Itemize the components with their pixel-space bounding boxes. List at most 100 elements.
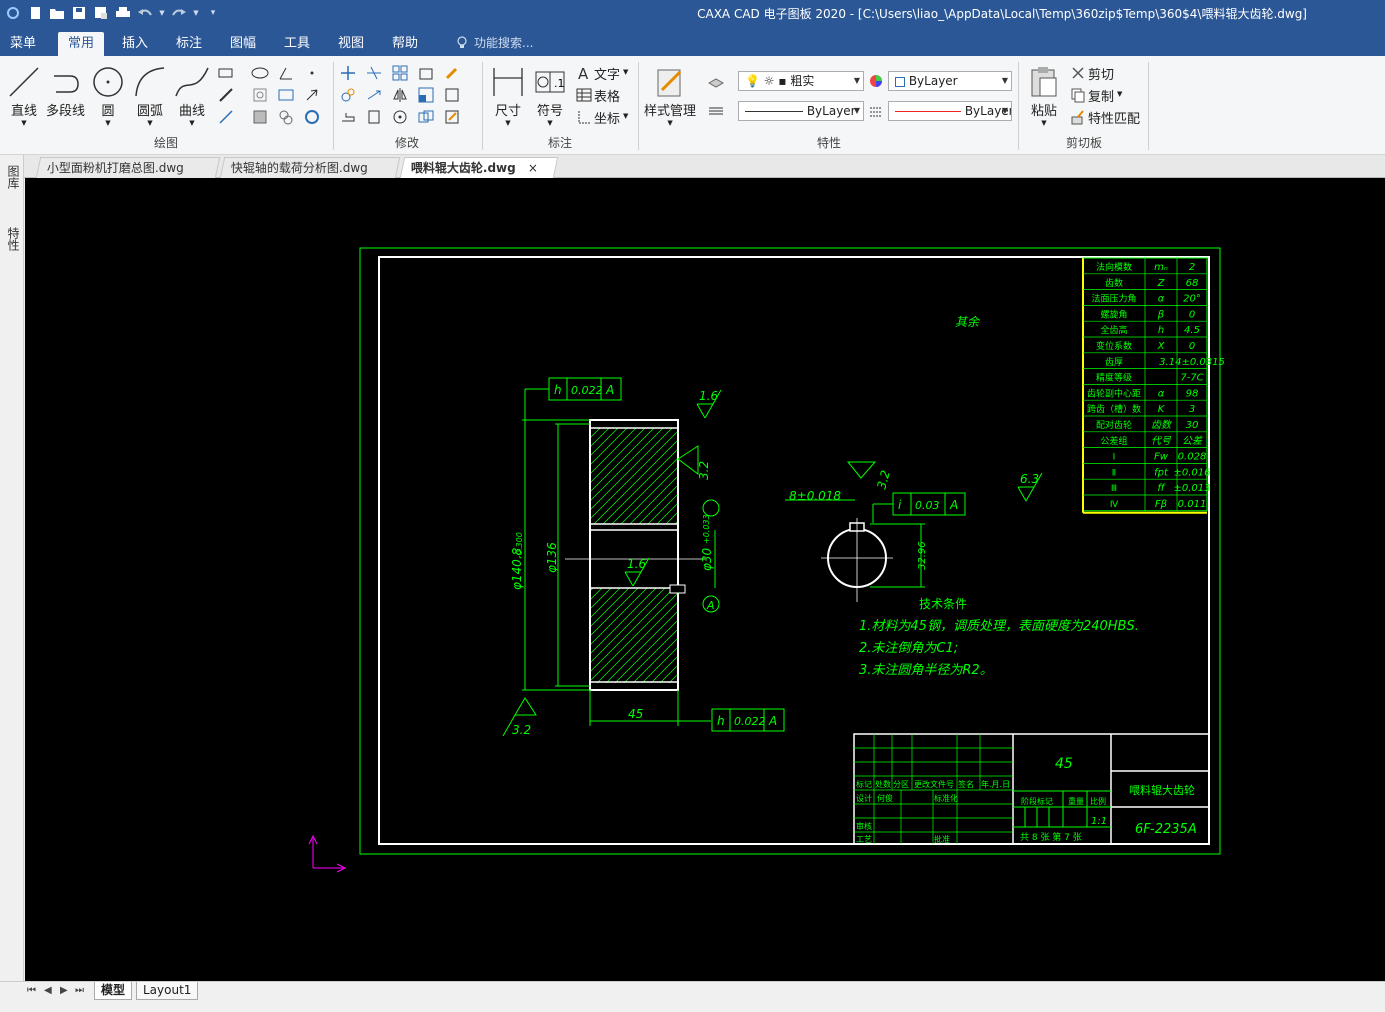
tab-help[interactable]: 帮助 xyxy=(382,32,428,56)
tab-insert[interactable]: 插入 xyxy=(112,32,158,56)
color-select[interactable]: ByLayer ▼ xyxy=(888,71,1012,91)
parallel-line-icon[interactable] xyxy=(216,86,236,104)
linetype-icon[interactable] xyxy=(706,102,726,120)
style-dropdown-icon[interactable]: ▼ xyxy=(667,119,672,127)
edit-icon[interactable] xyxy=(442,108,462,126)
param-cell: 全齿高 xyxy=(1100,324,1127,336)
coordinate-button[interactable]: 坐标 xyxy=(594,108,620,127)
paste-dropdown-icon[interactable]: ▼ xyxy=(1041,119,1046,127)
doc-tab-3[interactable]: 喂料辊大齿轮.dwg × xyxy=(399,157,559,178)
lineweight-select[interactable]: ByLayer ▼ xyxy=(888,101,1012,121)
close-icon[interactable]: × xyxy=(528,158,538,178)
tab-view[interactable]: 视图 xyxy=(328,32,374,56)
first-layout-icon[interactable]: ⏮ xyxy=(27,985,36,996)
side-tab-properties[interactable]: 特性 xyxy=(5,227,22,251)
linetype-select[interactable]: ByLayer ▼ xyxy=(738,101,864,121)
dimension-dropdown-icon[interactable]: ▼ xyxy=(505,119,510,127)
hatch-icon[interactable] xyxy=(250,86,270,104)
text-button[interactable]: 文字 xyxy=(594,64,620,83)
offset-icon[interactable] xyxy=(416,64,436,82)
curve-dropdown-icon[interactable]: ▼ xyxy=(189,119,194,127)
break-icon[interactable] xyxy=(364,108,384,126)
customize-qat-icon[interactable]: ▾ xyxy=(204,4,222,22)
table-button[interactable]: 表格 xyxy=(594,86,620,105)
undo-icon[interactable] xyxy=(136,4,154,22)
symbol-dropdown-icon[interactable]: ▼ xyxy=(547,119,552,127)
save-as-icon[interactable] xyxy=(92,4,110,22)
last-layout-icon[interactable]: ⏭ xyxy=(75,985,84,996)
curve-button[interactable]: 曲线 ▼ xyxy=(174,64,210,127)
copy-object-icon[interactable] xyxy=(416,108,436,126)
copy-button[interactable]: 复制 xyxy=(1088,86,1114,105)
tab-annotate[interactable]: 标注 xyxy=(166,32,212,56)
arrow-icon[interactable] xyxy=(302,86,322,104)
line-button[interactable]: 直线 ▼ xyxy=(6,64,42,127)
side-tab-library[interactable]: 图库 xyxy=(5,165,22,189)
new-file-icon[interactable] xyxy=(26,4,44,22)
doc-tab-1[interactable]: 小型面粉机打磨总图.dwg xyxy=(35,157,221,178)
prev-layout-icon[interactable]: ◀ xyxy=(44,985,52,996)
polyline-button[interactable]: 多段线 xyxy=(46,64,85,119)
symbol-button[interactable]: .1 符号 ▼ xyxy=(532,64,568,127)
rectangle-icon[interactable] xyxy=(216,64,236,82)
gear-icon[interactable] xyxy=(302,108,322,126)
mirror-icon[interactable] xyxy=(390,86,410,104)
trim-icon[interactable] xyxy=(364,64,384,82)
line-dropdown-icon[interactable]: ▼ xyxy=(21,119,26,127)
circle-button[interactable]: 圆 ▼ xyxy=(90,64,126,127)
next-layout-icon[interactable]: ▶ xyxy=(60,985,68,996)
tab-sheet[interactable]: 图幅 xyxy=(220,32,266,56)
erase-icon[interactable] xyxy=(442,64,462,82)
explode-icon[interactable] xyxy=(442,86,462,104)
param-cell: 7-7C xyxy=(1180,373,1203,384)
param-cell: Ⅳ xyxy=(1110,500,1119,510)
text-dropdown-icon[interactable]: ▼ xyxy=(623,68,628,76)
doc-tab-2[interactable]: 快辊轴的载荷分析图.dwg xyxy=(219,157,401,178)
app-logo-icon[interactable] xyxy=(4,4,22,22)
redo-icon[interactable] xyxy=(170,4,188,22)
function-search-input[interactable]: 功能搜索... xyxy=(452,32,533,54)
block-icon[interactable] xyxy=(250,108,270,126)
match-properties-button[interactable]: 特性匹配 xyxy=(1088,108,1140,127)
tab-home[interactable]: 常用 xyxy=(58,32,105,56)
centerline-icon[interactable] xyxy=(276,86,296,104)
style-manager-button[interactable]: 样式管理 ▼ xyxy=(644,64,696,127)
layer-manager-icon[interactable] xyxy=(706,72,726,90)
paste-button[interactable]: 粘贴 ▼ xyxy=(1026,64,1062,127)
arc-dropdown-icon[interactable]: ▼ xyxy=(147,119,152,127)
angle-line-icon[interactable] xyxy=(276,64,296,82)
coordinate-icon xyxy=(574,108,594,126)
circle-dropdown-icon[interactable]: ▼ xyxy=(105,119,110,127)
cut-button[interactable]: 剪切 xyxy=(1088,64,1114,83)
print-icon[interactable] xyxy=(114,4,132,22)
ellipse-icon[interactable] xyxy=(250,64,270,82)
layout-tab-model[interactable]: 模型 xyxy=(94,982,133,1000)
redo-dropdown-icon[interactable]: ▼ xyxy=(192,4,200,22)
fillet-icon[interactable] xyxy=(338,86,358,104)
drawing-canvas[interactable]: φ140.8 -0.300 φ136 φ30 +0.033 45 h 0.022 Ah 0.022… xyxy=(25,178,1385,981)
dimension-button[interactable]: 尺寸 ▼ xyxy=(490,64,526,127)
arc-button[interactable]: 圆弧 ▼ xyxy=(132,64,168,127)
lineweight-icon[interactable] xyxy=(866,102,886,120)
layout-tab-layout1[interactable]: Layout1 xyxy=(136,982,199,1000)
save-icon[interactable] xyxy=(70,4,88,22)
construction-line-icon[interactable] xyxy=(216,108,236,126)
polygon-icon[interactable] xyxy=(276,108,296,126)
undo-dropdown-icon[interactable]: ▼ xyxy=(158,4,166,22)
tab-tools[interactable]: 工具 xyxy=(274,32,320,56)
coordinate-dropdown-icon[interactable]: ▼ xyxy=(623,112,628,120)
stretch-icon[interactable] xyxy=(338,108,358,126)
extend-icon[interactable] xyxy=(364,86,384,104)
point-icon[interactable] xyxy=(302,64,322,82)
chevron-down-icon: ▼ xyxy=(1001,76,1008,85)
layer-select[interactable]: 💡 ☼ ▪ 粗实 ▼ xyxy=(738,71,864,91)
open-file-icon[interactable] xyxy=(48,4,66,22)
scale-icon[interactable] xyxy=(416,86,436,104)
copy-dropdown-icon[interactable]: ▼ xyxy=(1117,90,1122,98)
tb-drawing-no: 6F-2235A xyxy=(1135,822,1197,837)
rotate-icon[interactable] xyxy=(390,108,410,126)
color-wheel-icon[interactable] xyxy=(866,72,886,90)
move-icon[interactable] xyxy=(338,64,358,82)
tab-menu[interactable]: 菜单 xyxy=(0,32,46,56)
array-icon[interactable] xyxy=(390,64,410,82)
